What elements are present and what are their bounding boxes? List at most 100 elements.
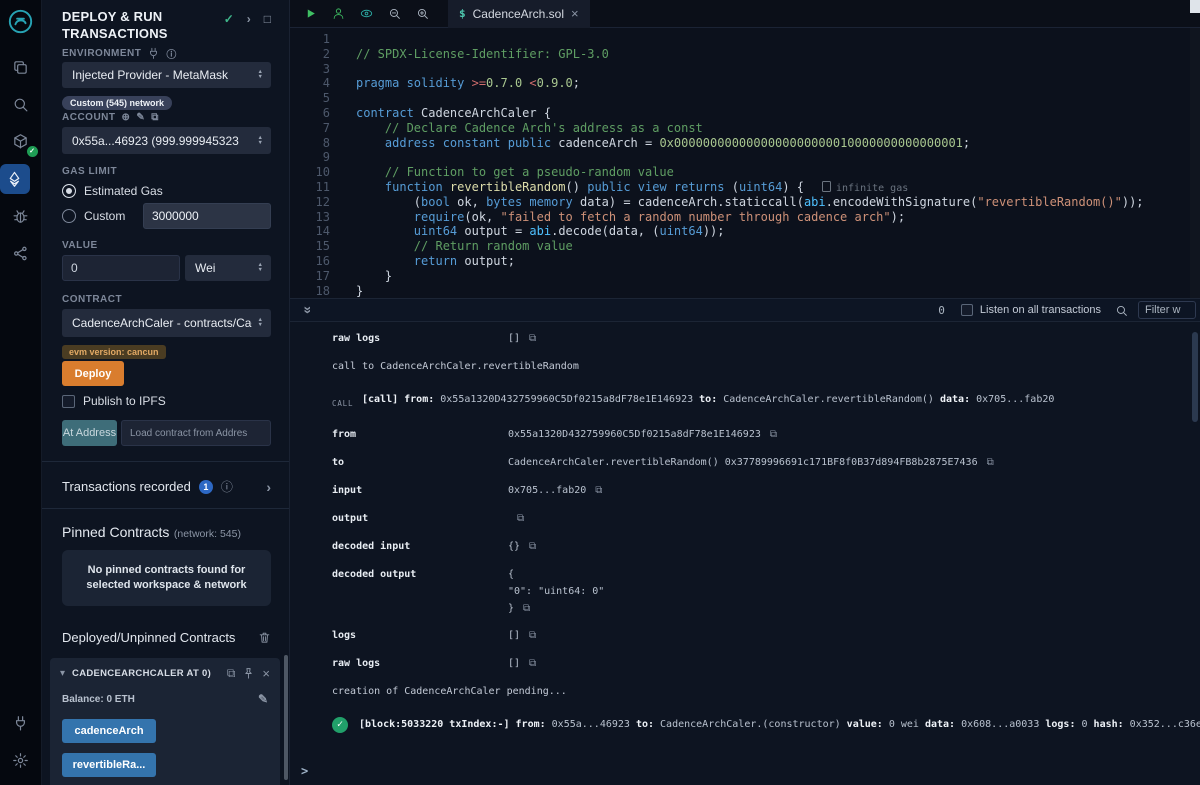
deploy-run-icon[interactable]: [0, 164, 30, 194]
panel-title: DEPLOY & RUN TRANSACTIONS: [62, 8, 222, 42]
terminal-kv-row: decoded input{}⧉: [332, 538, 1200, 556]
copy-icon[interactable]: ⧉: [529, 630, 536, 641]
listen-all-label: Listen on all transactions: [980, 304, 1101, 316]
add-account-icon[interactable]: ⊕: [122, 112, 131, 123]
chevron-right-icon[interactable]: ›: [266, 479, 271, 495]
copy-icon[interactable]: ⧉: [529, 658, 536, 669]
deploy-button[interactable]: Deploy: [62, 361, 124, 386]
line-number: 5: [290, 91, 330, 106]
terminal-filter-input[interactable]: [1138, 301, 1196, 319]
line-number: 2: [290, 47, 330, 62]
copy-account-icon[interactable]: ⧉: [151, 112, 159, 123]
contract-card-header[interactable]: ▾ CADENCEARCHCALER AT 0) ⧉ ×: [50, 658, 280, 689]
terminal-value: CadenceArchCaler.revertibleRandom() 0x37…: [508, 454, 994, 472]
trash-icon[interactable]: [258, 631, 271, 644]
file-explorer-icon[interactable]: [0, 49, 42, 86]
terminal[interactable]: > raw logs[]⧉call to CadenceArchCaler.re…: [290, 322, 1200, 785]
zoom-in-icon[interactable]: [416, 7, 429, 20]
sidebar-scrollbar[interactable]: [284, 655, 288, 780]
terminal-key: input: [332, 482, 508, 500]
info-icon[interactable]: ⓘ: [166, 46, 177, 61]
estimated-gas-radio[interactable]: [62, 184, 76, 198]
custom-gas-radio[interactable]: [62, 209, 76, 223]
chevron-down-icon[interactable]: ▾: [60, 668, 65, 679]
close-icon[interactable]: ×: [262, 666, 270, 681]
editor-scrollbar-track[interactable]: [1190, 28, 1200, 298]
copy-icon[interactable]: ⧉: [523, 603, 530, 614]
terminal-tx-success-entry[interactable]: ✓[block:5033220 txIndex:-] from: 0x55a..…: [332, 715, 1200, 735]
terminal-value: []⧉: [508, 655, 536, 673]
fn-button-cadencearch[interactable]: cadenceArch: [62, 719, 156, 743]
chevron-right-icon[interactable]: ›: [247, 12, 251, 26]
at-address-input[interactable]: [121, 420, 271, 446]
code-editor[interactable]: 123456789101112131415161718 // SPDX-Lice…: [290, 28, 1200, 298]
settings-icon[interactable]: [0, 742, 42, 779]
network-badge: Custom (545) network: [62, 96, 172, 110]
terminal-call-entry[interactable]: CALL[call] from: 0x55a1320D432759960C5Df…: [332, 390, 1200, 414]
terminal-scrollbar[interactable]: [1192, 332, 1198, 422]
code-line: (bool ok, bytes memory data) = cadenceAr…: [356, 195, 1144, 210]
terminal-key: from: [332, 426, 508, 444]
custom-gas-input[interactable]: [143, 203, 271, 229]
terminal-kv-row: output⧉: [332, 510, 1200, 528]
copy-icon[interactable]: ⧉: [987, 457, 994, 468]
search-icon[interactable]: [0, 86, 42, 123]
solidity-unit-testing-icon[interactable]: [0, 235, 42, 272]
pin-panel-icon[interactable]: □: [264, 12, 271, 26]
code-line: [356, 91, 1144, 106]
network-badge-wrap: Custom (545) network: [62, 93, 271, 111]
value-unit-select[interactable]: Wei ▲▼: [185, 255, 271, 281]
line-number: 9: [290, 150, 330, 165]
tab-cadencearch[interactable]: $ CadenceArch.sol ×: [448, 0, 590, 28]
gas-estimate-annotation: infinite gas: [822, 183, 908, 194]
edit-balance-icon[interactable]: ✎: [258, 692, 268, 706]
estimated-gas-label: Estimated Gas: [84, 184, 163, 198]
publish-ipfs-label: Publish to IPFS: [83, 394, 166, 408]
select-caret-icon: ▲▼: [258, 70, 263, 79]
transactions-recorded-row[interactable]: Transactions recorded 1 ⓘ ›: [62, 478, 271, 495]
line-number: 16: [290, 254, 330, 269]
tab-close-icon[interactable]: ×: [571, 6, 579, 21]
line-number: 7: [290, 121, 330, 136]
publish-ipfs-checkbox[interactable]: [62, 395, 75, 408]
fn-button-revertiblera[interactable]: revertibleRa...: [62, 753, 156, 777]
gas-limit-label: GAS LIMIT: [62, 166, 271, 177]
listen-all-checkbox[interactable]: [961, 304, 973, 316]
run-script-icon[interactable]: [304, 7, 317, 20]
terminal-search-icon[interactable]: [1115, 304, 1128, 317]
account-select[interactable]: 0x55a...46923 (999.999945323 ▲▼: [62, 127, 271, 154]
copy-icon[interactable]: ⧉: [227, 666, 236, 681]
code-line: [356, 150, 1144, 165]
terminal-log-line: call to CadenceArchCaler.revertibleRando…: [332, 358, 1200, 376]
info-icon[interactable]: ⓘ: [221, 478, 233, 495]
copy-icon[interactable]: ⧉: [770, 429, 777, 440]
at-address-button[interactable]: At Address: [62, 420, 117, 446]
editor-scrollbar-thumb[interactable]: [1190, 0, 1200, 13]
copy-icon[interactable]: ⧉: [517, 513, 524, 524]
select-caret-icon: ▲▼: [258, 136, 263, 145]
preview-toggle-icon[interactable]: [360, 7, 373, 20]
value-input[interactable]: [62, 255, 180, 281]
line-number: 10: [290, 165, 330, 180]
pin-icon[interactable]: [242, 667, 255, 680]
copy-icon[interactable]: ⧉: [529, 541, 536, 552]
copy-icon[interactable]: ⧉: [529, 333, 536, 344]
debugger-icon[interactable]: [0, 198, 42, 235]
solidity-compiler-icon[interactable]: ✓: [0, 123, 42, 160]
publish-icon[interactable]: [332, 7, 345, 20]
zoom-out-icon[interactable]: [388, 7, 401, 20]
solidity-file-icon: $: [459, 7, 466, 20]
plugin-manager-icon[interactable]: [0, 705, 42, 742]
rail-items-top: ✓: [0, 49, 42, 272]
code-line: // Declare Cadence Arch's address as a c…: [356, 121, 1144, 136]
copy-icon[interactable]: ⧉: [595, 485, 602, 496]
collapse-terminal-icon[interactable]: «: [299, 306, 313, 314]
code-line: }: [356, 284, 1144, 298]
environment-select[interactable]: Injected Provider - MetaMask ▲▼: [62, 62, 271, 88]
sign-message-icon[interactable]: ✎: [136, 112, 145, 123]
select-caret-icon: ▲▼: [258, 263, 263, 272]
plug-icon[interactable]: [147, 47, 160, 60]
terminal-value: ⧉: [508, 510, 524, 528]
contract-select[interactable]: CadenceArchCaler - contracts/Cac ▲▼: [62, 309, 271, 337]
remix-logo[interactable]: [7, 8, 34, 35]
